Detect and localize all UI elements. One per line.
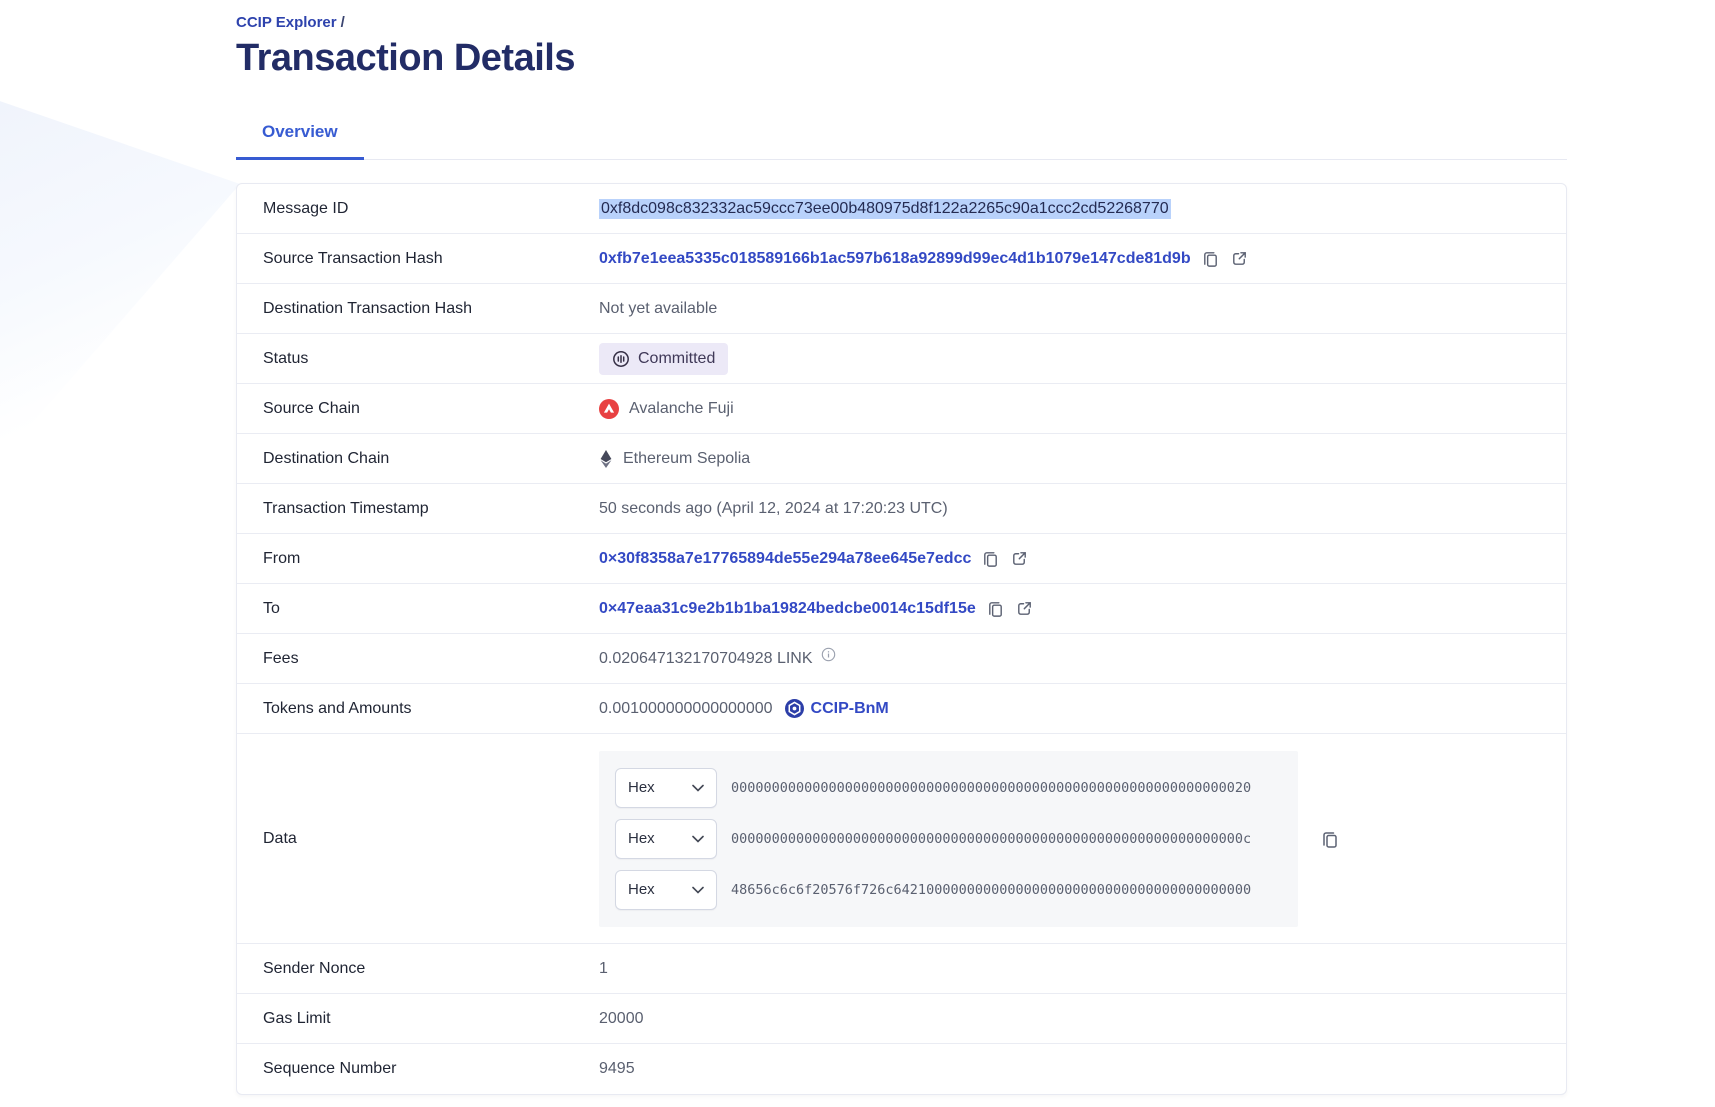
- field-label: Fees: [263, 650, 599, 668]
- field-label: Destination Transaction Hash: [263, 300, 599, 318]
- field-label: From: [263, 550, 599, 568]
- hex-data-line: 0000000000000000000000000000000000000000…: [731, 780, 1251, 796]
- row-sender-nonce: Sender Nonce 1: [237, 944, 1566, 994]
- avalanche-fuji-icon: [599, 399, 619, 419]
- committed-status-icon: [612, 350, 630, 368]
- data-line: Hex 48656c6c6f20576f726c6421000000000000…: [615, 870, 1282, 910]
- breadcrumb: CCIP Explorer/: [236, 14, 1715, 31]
- ccip-bnm-token-icon: [785, 699, 804, 718]
- row-to: To 0×47eaa31c9e2b1b1ba19824bedcbe0014c15…: [237, 584, 1566, 634]
- external-link-icon[interactable]: [1010, 549, 1029, 568]
- hex-data-line: 48656c6c6f20576f726c64210000000000000000…: [731, 882, 1251, 898]
- row-source-transaction-hash: Source Transaction Hash 0xfb7e1eea5335c0…: [237, 234, 1566, 284]
- chevron-down-icon: [692, 835, 704, 843]
- source-transaction-hash-link[interactable]: 0xfb7e1eea5335c018589166b1ac597b618a9289…: [599, 250, 1191, 268]
- copy-icon[interactable]: [981, 549, 1000, 568]
- hex-data-line: 0000000000000000000000000000000000000000…: [731, 831, 1251, 847]
- row-from: From 0×30f8358a7e17765894de55e294a78ee64…: [237, 534, 1566, 584]
- copy-icon[interactable]: [1320, 829, 1340, 849]
- row-fees: Fees 0.020647132170704928 LINK: [237, 634, 1566, 684]
- to-address-link[interactable]: 0×47eaa31c9e2b1b1ba19824bedcbe0014c15df1…: [599, 600, 976, 618]
- row-gas-limit: Gas Limit 20000: [237, 994, 1566, 1044]
- tab-overview[interactable]: Overview: [236, 122, 364, 160]
- row-source-chain: Source Chain Avalanche Fuji: [237, 384, 1566, 434]
- row-sequence-number: Sequence Number 9495: [237, 1044, 1566, 1094]
- gas-limit-value: 20000: [599, 1010, 644, 1028]
- row-tokens-and-amounts: Tokens and Amounts 0.001000000000000000 …: [237, 684, 1566, 734]
- fees-value: 0.020647132170704928 LINK: [599, 650, 813, 668]
- page-title: Transaction Details: [236, 37, 1715, 80]
- field-label: Transaction Timestamp: [263, 500, 599, 518]
- field-label: Source Chain: [263, 400, 599, 418]
- ethereum-sepolia-icon: [599, 449, 613, 469]
- breadcrumb-separator: /: [341, 14, 345, 31]
- row-data: Data Hex 0000000000000000000000000000000…: [237, 734, 1566, 944]
- source-chain-name: Avalanche Fuji: [629, 400, 734, 418]
- hex-encoding-select[interactable]: Hex: [615, 819, 717, 859]
- token-amount: 0.001000000000000000: [599, 700, 773, 718]
- copy-icon[interactable]: [986, 599, 1005, 618]
- transaction-details-card: Message ID 0xf8dc098c832332ac59ccc73ee00…: [236, 183, 1567, 1095]
- field-label: Source Transaction Hash: [263, 250, 599, 268]
- token-name-link[interactable]: CCIP-BnM: [811, 700, 889, 718]
- transaction-timestamp-value: 50 seconds ago (April 12, 2024 at 17:20:…: [599, 500, 948, 518]
- tab-bar: Overview: [236, 122, 1567, 160]
- hex-select-label: Hex: [628, 881, 655, 898]
- hex-encoding-select[interactable]: Hex: [615, 768, 717, 808]
- row-status: Status Committed: [237, 334, 1566, 384]
- external-link-icon[interactable]: [1015, 599, 1034, 618]
- breadcrumb-link-ccip-explorer[interactable]: CCIP Explorer: [236, 14, 337, 31]
- field-label: Gas Limit: [263, 1010, 599, 1028]
- field-label: Destination Chain: [263, 450, 599, 468]
- row-destination-chain: Destination Chain Ethereum Sepolia: [237, 434, 1566, 484]
- data-line: Hex 000000000000000000000000000000000000…: [615, 768, 1282, 808]
- field-label: Sequence Number: [263, 1060, 599, 1078]
- destination-chain-name: Ethereum Sepolia: [623, 450, 750, 468]
- field-label: Message ID: [263, 200, 599, 218]
- field-label: Data: [263, 830, 599, 848]
- sender-nonce-value: 1: [599, 960, 608, 978]
- field-label: Tokens and Amounts: [263, 700, 599, 718]
- sequence-number-value: 9495: [599, 1060, 635, 1078]
- field-label: To: [263, 600, 599, 618]
- field-label: Sender Nonce: [263, 960, 599, 978]
- from-address-link[interactable]: 0×30f8358a7e17765894de55e294a78ee645e7ed…: [599, 550, 971, 568]
- status-badge-label: Committed: [638, 350, 715, 368]
- hex-select-label: Hex: [628, 830, 655, 847]
- transaction-details-page: CCIP Explorer/ Transaction Details Overv…: [0, 0, 1715, 1095]
- destination-transaction-hash-value: Not yet available: [599, 300, 717, 318]
- message-id-value: 0xf8dc098c832332ac59ccc73ee00b480975d8f1…: [599, 199, 1171, 219]
- row-destination-transaction-hash: Destination Transaction Hash Not yet ava…: [237, 284, 1566, 334]
- row-message-id: Message ID 0xf8dc098c832332ac59ccc73ee00…: [237, 184, 1566, 234]
- info-icon[interactable]: [821, 647, 836, 662]
- chevron-down-icon: [692, 784, 704, 792]
- copy-icon[interactable]: [1201, 249, 1220, 268]
- hex-encoding-select[interactable]: Hex: [615, 870, 717, 910]
- external-link-icon[interactable]: [1230, 249, 1249, 268]
- chevron-down-icon: [692, 886, 704, 894]
- row-transaction-timestamp: Transaction Timestamp 50 seconds ago (Ap…: [237, 484, 1566, 534]
- data-hex-box: Hex 000000000000000000000000000000000000…: [599, 751, 1298, 927]
- field-label: Status: [263, 350, 599, 368]
- hex-select-label: Hex: [628, 779, 655, 796]
- status-badge: Committed: [599, 343, 728, 375]
- data-line: Hex 000000000000000000000000000000000000…: [615, 819, 1282, 859]
